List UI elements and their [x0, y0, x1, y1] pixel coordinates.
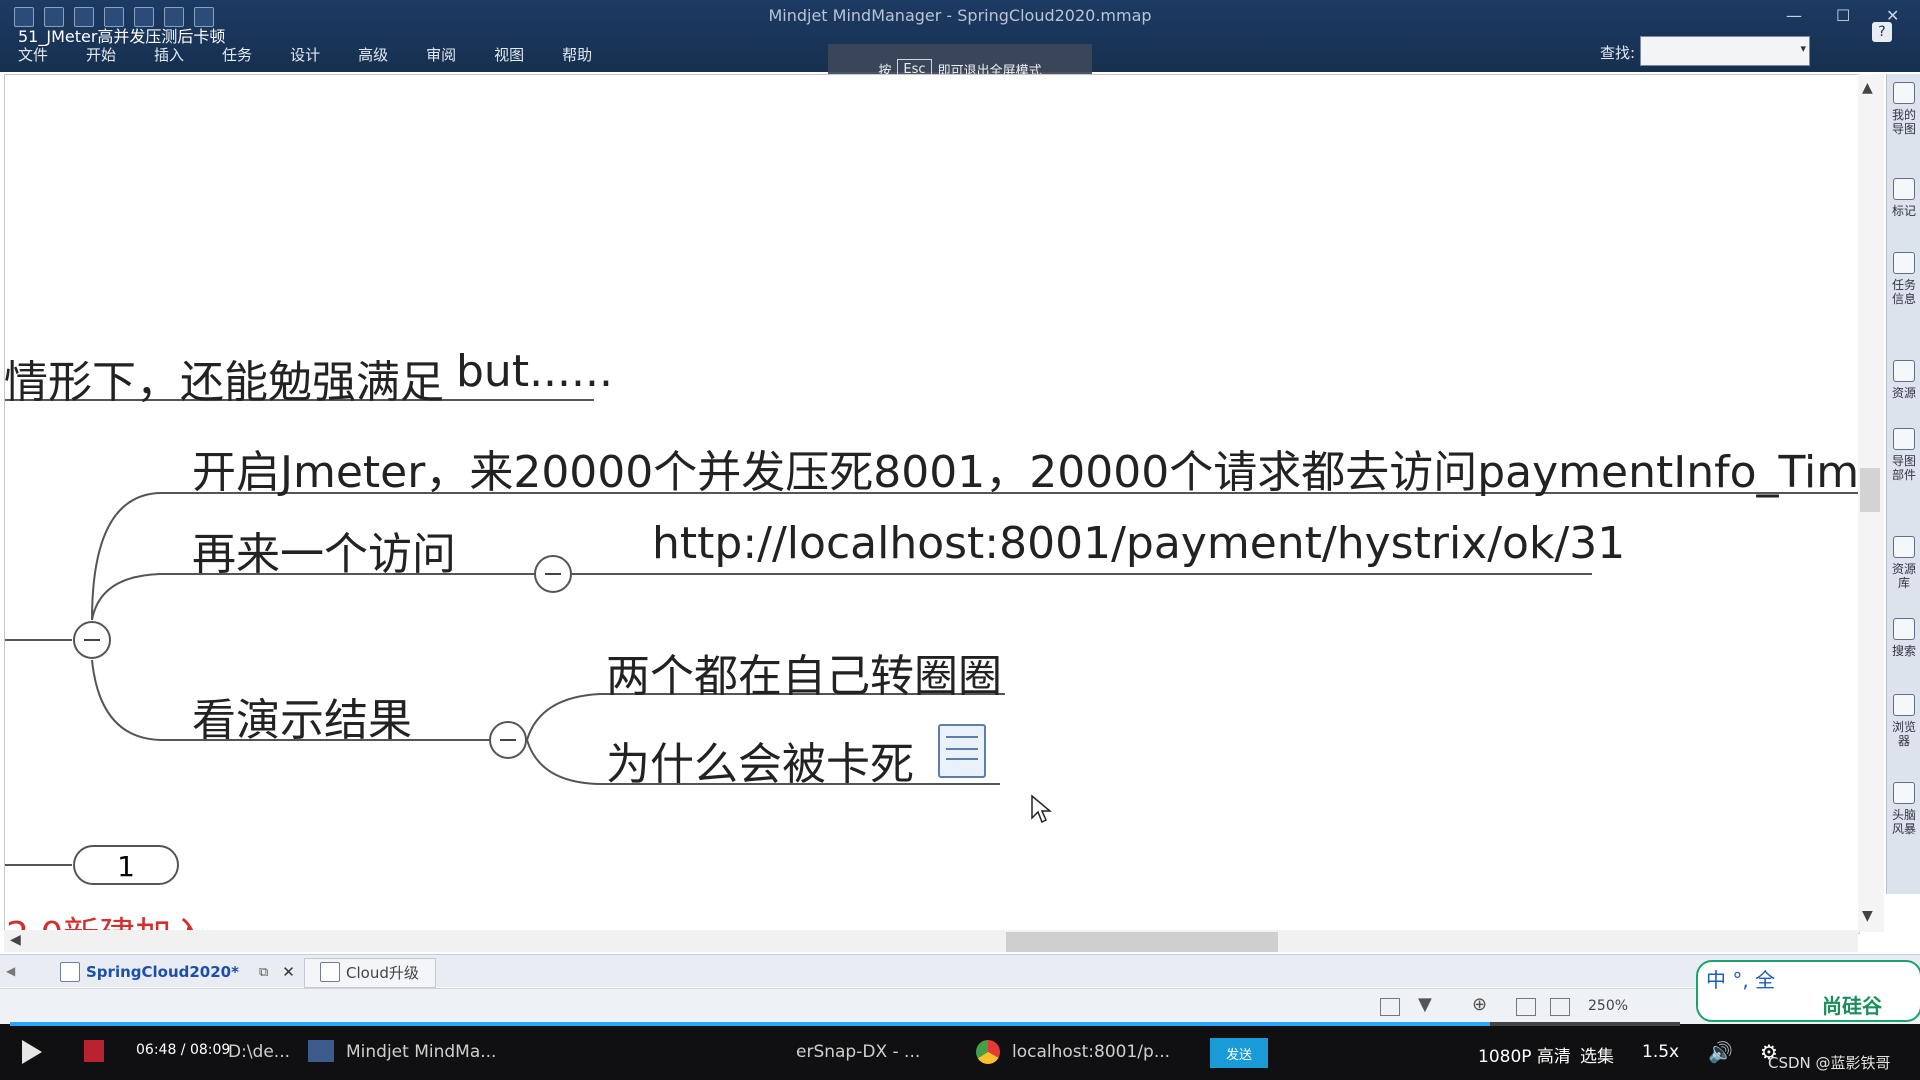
playback-time: 06:48 / 08:09: [136, 1042, 231, 1058]
ime-indicator: 中 °, 全: [1706, 968, 1776, 992]
tab-springcloud2020[interactable]: SpringCloud2020* ⧉ ✕: [60, 958, 295, 986]
topic-why-stuck[interactable]: 为什么会被卡死: [606, 728, 914, 792]
topic-top-tail[interactable]: but......: [456, 346, 613, 397]
topic-another-visit[interactable]: 再来一个访问: [192, 518, 456, 582]
note-icon[interactable]: [938, 724, 986, 778]
topic-spinning[interactable]: 两个都在自己转圈圈: [606, 640, 1002, 704]
volume-icon[interactable]: 🔊: [1708, 1040, 1733, 1064]
right-side-panel: 我的导图 标记 任务信息 资源 导图部件 资源库 搜索 浏览器 头脑风暴: [1886, 74, 1920, 894]
page-view-icon[interactable]: [1550, 998, 1570, 1016]
filter-icon[interactable]: ▼: [1418, 994, 1432, 1015]
taskbar-hypersnap[interactable]: erSnap-DX - ...: [796, 1042, 920, 1062]
episodes-button[interactable]: 选集: [1580, 1042, 1614, 1067]
map-document-icon: [320, 962, 340, 982]
status-bar: [0, 988, 1920, 1025]
search-icon: [1893, 618, 1915, 640]
browser-icon: [1893, 694, 1915, 716]
topic-top[interactable]: 情形下，还能勉强满足: [4, 346, 444, 410]
mindmanager-app-icon: [308, 1040, 334, 1062]
zoom-tool-icon[interactable]: ⊕: [1472, 994, 1487, 1015]
tab-float-icon[interactable]: ⧉: [259, 965, 268, 980]
brand-name: 尚硅谷: [1822, 994, 1882, 1018]
zoom-level: 250%: [1588, 998, 1629, 1014]
chrome-icon: [976, 1040, 1000, 1064]
send-button[interactable]: 发送: [1210, 1038, 1268, 1068]
outline-view-icon[interactable]: [1516, 998, 1536, 1016]
panel-task-info[interactable]: 任务信息: [1889, 252, 1919, 306]
topic-jmeter[interactable]: 开启Jmeter，来20000个并发压死8001，20000个请求都去访问pay…: [192, 436, 1920, 500]
scroll-left-icon[interactable]: ◀: [10, 932, 21, 948]
play-icon[interactable]: [22, 1040, 42, 1064]
quality-selector[interactable]: 1080P 高清: [1478, 1042, 1571, 1067]
panel-resources[interactable]: 资源: [1889, 360, 1919, 400]
scroll-up-icon[interactable]: ▲: [1862, 80, 1873, 96]
panel-my-maps[interactable]: 我的导图: [1889, 82, 1919, 136]
mouse-cursor-icon: [1031, 794, 1052, 824]
my-maps-icon: [1893, 82, 1915, 104]
panel-browser[interactable]: 浏览器: [1889, 694, 1919, 748]
topic-result[interactable]: 看演示结果: [192, 684, 412, 748]
vertical-scroll-thumb[interactable]: [1860, 468, 1880, 512]
markers-icon: [1893, 178, 1915, 200]
progress-fill: [10, 1022, 1490, 1026]
topic-url[interactable]: http://localhost:8001/payment/hystrix/ok…: [652, 518, 1625, 569]
resources-icon: [1893, 360, 1915, 382]
collapse-visit-icon[interactable]: [534, 555, 572, 593]
numbered-node[interactable]: 1: [73, 845, 179, 885]
taskbar-explorer[interactable]: D:\de...: [228, 1042, 290, 1062]
map-document-icon: [60, 962, 80, 982]
task-info-icon: [1893, 252, 1915, 274]
panel-search[interactable]: 搜索: [1889, 618, 1919, 658]
panel-brainstorm[interactable]: 头脑风暴: [1889, 782, 1919, 836]
taskbar-localhost[interactable]: localhost:8001/p...: [1012, 1042, 1170, 1062]
tab-cloud-upgrade[interactable]: Cloud升级: [320, 958, 419, 986]
map-parts-icon: [1893, 428, 1915, 450]
library-icon: [1893, 536, 1915, 558]
collapse-result-icon[interactable]: [489, 721, 527, 759]
lightbulb-icon: [1893, 782, 1915, 804]
panel-map-parts[interactable]: 导图部件: [1889, 428, 1919, 482]
horizontal-scroll-thumb[interactable]: [1006, 932, 1278, 952]
speed-selector[interactable]: 1.5x: [1642, 1042, 1679, 1062]
tab-close-icon[interactable]: ✕: [282, 963, 295, 981]
csdn-watermark: CSDN @蓝影铁哥: [1768, 1054, 1891, 1072]
panel-markers[interactable]: 标记: [1889, 178, 1919, 218]
collapse-root-icon[interactable]: [73, 621, 111, 659]
scroll-down-icon[interactable]: ▼: [1862, 908, 1873, 924]
horizontal-scrollbar[interactable]: [4, 930, 1858, 952]
layout-icon[interactable]: [1380, 998, 1400, 1016]
next-icon[interactable]: [84, 1040, 104, 1062]
topic-red-partial[interactable]: 2.0新建加入: [6, 906, 207, 932]
taskbar-mindmanager[interactable]: Mindjet MindMa...: [346, 1042, 496, 1062]
tab-scroll-left-icon[interactable]: ◀: [6, 964, 15, 978]
panel-library[interactable]: 资源库: [1889, 536, 1919, 590]
